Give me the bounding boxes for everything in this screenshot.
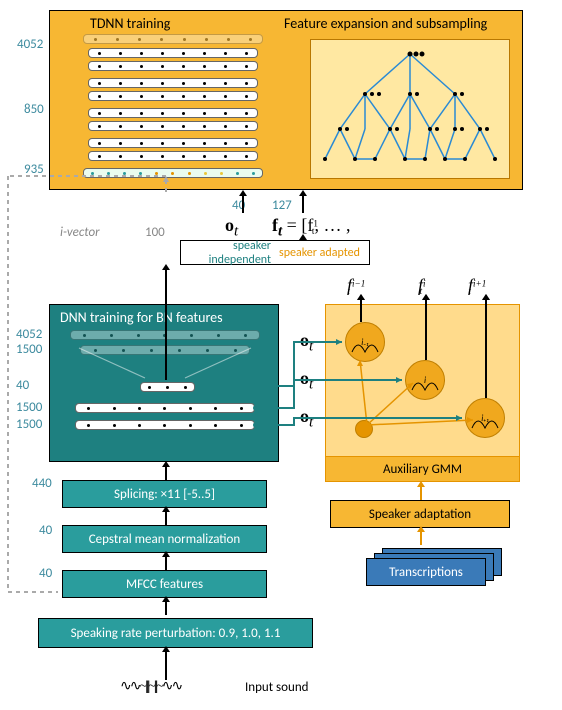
dim-850: 850 (24, 102, 44, 117)
dim-4052-top: 4052 (17, 37, 43, 52)
dim-935: 935 (24, 162, 44, 177)
tree-graph (310, 39, 510, 179)
gmm-ip1: i₊₁ (465, 398, 505, 438)
gmm-hub (355, 420, 373, 438)
dnn-dim-4052: 4052 (16, 327, 42, 342)
feat-title: Feature expansion and subsampling (284, 15, 487, 32)
dnn-dim-1500b: 1500 (16, 400, 42, 415)
feat-plot (310, 39, 510, 179)
ivector-dim: 100 (145, 225, 165, 240)
tdnn-title: TDNN training (90, 15, 170, 32)
dnn-dim-1500a: 1500 (16, 342, 42, 357)
mid-label-box: speaker independent speaker adapted (180, 240, 370, 265)
cmn-box: Cepstral mean normalization (62, 525, 267, 553)
ft-ip1: fi+1t (468, 275, 471, 296)
dim-127: 127 (272, 198, 292, 213)
ft-im1: fi−1t (347, 275, 350, 296)
transcriptions-box: Transcriptions (366, 558, 486, 586)
arrow-ot (242, 196, 244, 213)
dnn-dim-40: 40 (16, 378, 29, 393)
sound-wave-icon: ∿∿~||||~|||~∿∿ (120, 678, 181, 695)
speaker-adapt: speaker adapted (275, 246, 369, 260)
diagram-root: TDNN training Feature expansion and subs… (0, 0, 562, 710)
dnn-title: DNN training for BN features (60, 309, 223, 326)
dnn-dim-1500c: 1500 (16, 417, 42, 432)
speaker-indep: speaker independent (181, 239, 275, 267)
ivector-label: i-vector (60, 225, 100, 240)
mfcc-box: MFCC features (62, 570, 267, 598)
gmm-i: i (405, 360, 445, 400)
ft-i: fit (418, 275, 422, 296)
gmm-im1: i₋₁ (345, 322, 385, 362)
ot-label: ot (225, 215, 238, 241)
speaker-adapt-box: Speaker adaptation (330, 500, 510, 528)
perturb-box: Speaking rate perturbation: 0.9, 1.0, 1.… (38, 618, 313, 648)
arrow-ft (302, 196, 304, 213)
input-sound-label: Input sound (245, 680, 309, 695)
splicing-box: Splicing: ×11 [-5..5] (62, 480, 267, 508)
aux-title: Auxiliary GMM (326, 456, 519, 481)
